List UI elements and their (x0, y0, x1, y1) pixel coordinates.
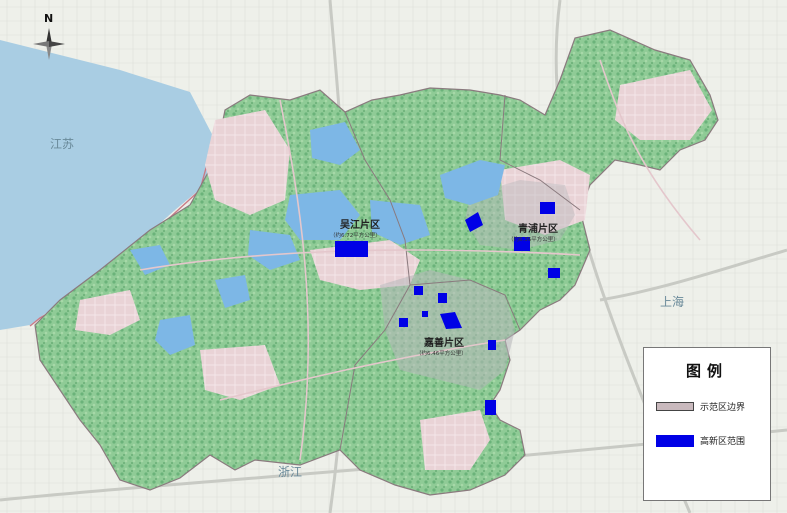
hightech-swatch-icon (656, 434, 694, 447)
label-jiashan: 嘉善片区 (423, 336, 464, 349)
hightech-zone-qingpu-4 (548, 268, 560, 278)
hightech-zone-wujiang (335, 241, 368, 257)
label-qingpu: 青浦片区 (518, 222, 558, 235)
hightech-zone-jiashan-2 (438, 293, 447, 303)
legend-title: 图例 (685, 362, 728, 380)
compass-north-label: N (44, 12, 53, 25)
legend-item-boundary: 示范区边界 (656, 400, 745, 413)
hightech-zone-jiashan-1 (414, 286, 423, 295)
label-zhejiang: 浙江 (278, 465, 302, 479)
label-shanghai: 上海 (660, 294, 684, 309)
hightech-zone-jiashan-6 (488, 340, 496, 350)
label-jiangsu: 江苏 (50, 137, 74, 151)
hightech-zone-jiashan-5 (422, 311, 428, 317)
legend-item-boundary-label: 示范区边界 (700, 403, 746, 413)
legend-item-hightech: 高新区范围 (656, 434, 745, 447)
label-jiashan-area: （约6.46平方公里） (416, 349, 467, 357)
legend: 图例 示范区边界 高新区范围 (643, 347, 771, 501)
hightech-zone-jiashan-7 (485, 400, 496, 415)
compass-icon: N (33, 12, 65, 60)
boundary-swatch-icon (656, 402, 694, 411)
legend-item-hightech-label: 高新区范围 (700, 437, 746, 447)
label-wujiang-area: （约6.72平方公里） (330, 231, 381, 239)
label-wujiang: 吴江片区 (340, 218, 380, 231)
hightech-zone-jiashan-4 (399, 318, 408, 327)
hightech-zone-qingpu-1 (540, 202, 555, 214)
label-qingpu-area: （约6.36平方公里） (508, 235, 559, 243)
